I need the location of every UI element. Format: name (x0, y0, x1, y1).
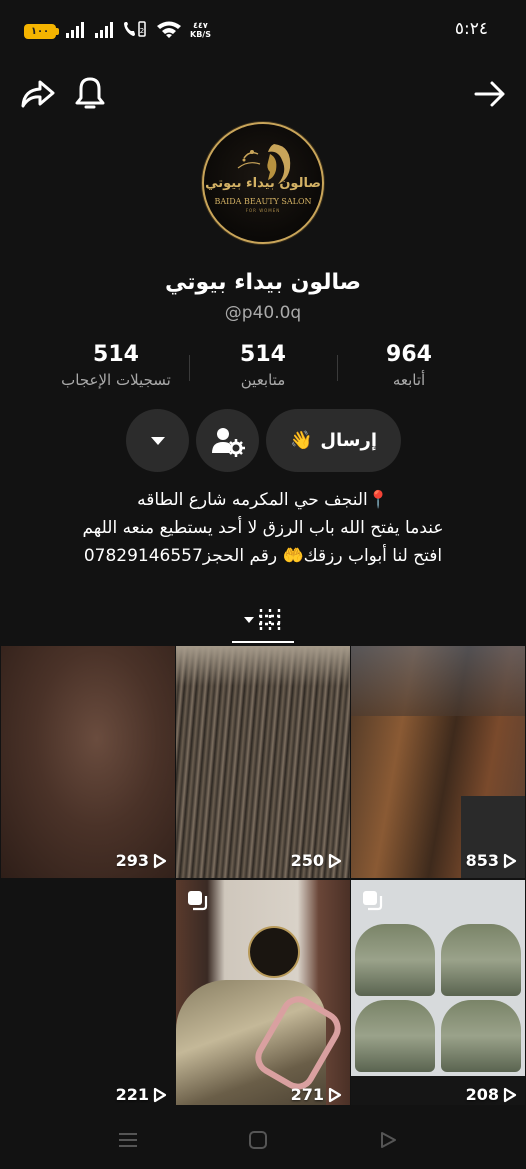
back-nav-button[interactable] (373, 1125, 403, 1155)
back-button[interactable] (470, 74, 510, 114)
signal-icon-2 (95, 22, 113, 38)
notifications-button[interactable] (70, 74, 110, 114)
share-icon (21, 80, 55, 108)
stat-following-value: 964 (386, 342, 432, 367)
grid-icon (259, 609, 281, 631)
net-speed-value: ٤٤٧ (193, 21, 208, 30)
stat-likes-value: 514 (93, 342, 139, 367)
profile-bio: 📍النجف حي المكرمه شارع الطاقه عندما يفتح… (40, 486, 486, 570)
status-bar: ١٠٠ 2 ٤٤٧ KB/S ٥:٢٤ (0, 0, 526, 62)
tab-videos[interactable] (232, 600, 294, 640)
stat-following[interactable]: 964 أتابعه (334, 342, 484, 389)
video-thumbnail[interactable]: 271 (176, 880, 350, 1112)
play-icon (503, 853, 517, 868)
view-count: 293 (116, 851, 167, 870)
play-icon (328, 853, 342, 868)
bio-line-2: عندما يفتح الله باب الرزق لا أحد يستطيع … (82, 518, 444, 538)
view-count-value: 293 (115, 851, 149, 870)
caret-down-icon (150, 436, 165, 445)
send-message-button[interactable]: 👋 إرسال (266, 409, 401, 472)
video-thumbnail[interactable]: 293 (1, 646, 175, 878)
triangle-back-icon (381, 1132, 396, 1148)
view-count: 208 (466, 1085, 517, 1104)
view-count-value: 853 (465, 851, 499, 870)
recent-apps-button[interactable] (113, 1125, 143, 1155)
user-settings-icon (211, 427, 245, 457)
stat-followers-value: 514 (240, 342, 286, 367)
avatar[interactable]: صالون بيداء بيوتي BAIDA BEAUTY SALON FOR… (202, 122, 324, 244)
profile-name: صالون بيداء بيوتي (165, 270, 361, 295)
signal-icon (66, 22, 84, 38)
view-count-value: 221 (115, 1085, 149, 1104)
square-icon (249, 1131, 267, 1149)
view-count: 221 (116, 1085, 167, 1104)
tab-underline (232, 641, 294, 643)
arrow-right-icon (474, 81, 505, 107)
network-speed: ٤٤٧ KB/S (190, 21, 211, 39)
more-dropdown-button[interactable] (126, 409, 189, 472)
view-count: 271 (291, 1085, 342, 1104)
bio-line-3: افتح لنا أبواب رزقك🤲 رقم الحجز0782914655… (83, 546, 443, 566)
logo-arabic-text: صالون بيداء بيوتي (205, 176, 321, 191)
share-button[interactable] (18, 74, 58, 114)
play-icon (503, 1087, 517, 1102)
caret-down-icon (244, 617, 254, 623)
play-icon (328, 1087, 342, 1102)
view-count-value: 271 (290, 1085, 324, 1104)
net-speed-unit: KB/S (190, 30, 211, 39)
multi-image-icon (363, 891, 383, 911)
multi-image-icon (188, 891, 208, 911)
view-count-value: 250 (290, 851, 324, 870)
wave-emoji-icon: 👋 (289, 430, 313, 451)
bell-icon (75, 77, 105, 109)
stat-likes-label: تسجيلات الإعجاب (61, 371, 171, 389)
video-thumbnail[interactable]: 221 (1, 880, 175, 1112)
friend-settings-button[interactable] (196, 409, 259, 472)
home-button[interactable] (243, 1125, 273, 1155)
play-icon (153, 853, 167, 868)
logo-subtitle: BAIDA BEAUTY SALON (214, 197, 312, 206)
send-label: إرسال (320, 430, 378, 451)
profile-handle: @p40.0q (224, 303, 302, 323)
view-count: 250 (291, 851, 342, 870)
system-nav-bar (0, 1105, 526, 1169)
view-count-value: 208 (465, 1085, 499, 1104)
clock: ٥:٢٤ (454, 19, 488, 39)
battery-icon: ١٠٠ (24, 24, 59, 39)
view-count: 853 (466, 851, 517, 870)
video-thumbnail[interactable]: 853 (351, 646, 525, 878)
play-icon (153, 1087, 167, 1102)
svg-text:2: 2 (140, 27, 144, 35)
logo-tagline: FOR WOMEN (245, 208, 281, 213)
stat-followers-label: متابعين (240, 371, 286, 389)
video-thumbnail[interactable]: 208 (351, 880, 525, 1112)
bio-line-1: 📍النجف حي المكرمه شارع الطاقه (137, 490, 389, 510)
wifi-calling-icon: 2 (122, 20, 150, 42)
video-thumbnail[interactable]: 250 (176, 646, 350, 878)
stat-following-label: أتابعه (392, 371, 426, 389)
wifi-icon (156, 20, 182, 42)
stat-followers[interactable]: 514 متابعين (188, 342, 338, 389)
stat-likes[interactable]: 514 تسجيلات الإعجاب (41, 342, 191, 389)
menu-icon (119, 1133, 137, 1147)
